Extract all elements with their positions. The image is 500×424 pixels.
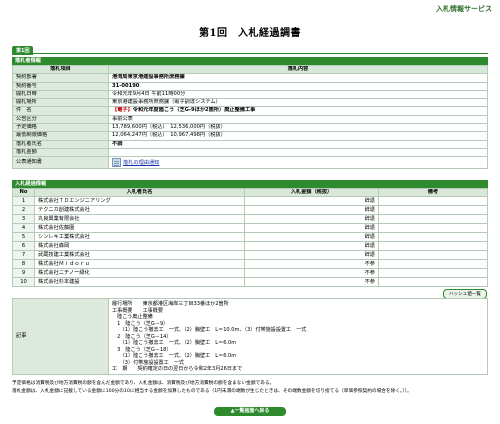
bid-amount: 不参 bbox=[244, 259, 379, 270]
bid-section-heading: 入札経過情報 bbox=[12, 180, 488, 188]
electronic-tag: 【電子】 bbox=[112, 107, 133, 114]
table-row: 4 株式会社佐藤園 辞退 bbox=[12, 223, 488, 234]
table-row: 2 テクニカ創建株式会社 辞退 bbox=[12, 205, 488, 216]
row-no: 10 bbox=[12, 277, 35, 288]
table-row: 10 株式会社杉本建設 不参 bbox=[12, 277, 488, 288]
info-value: 12,064,247円（税込） 10,967,498円（税抜） bbox=[108, 131, 488, 141]
info-label: 契約部署 bbox=[12, 73, 109, 83]
footnote: 落札金額は、入札金額に記載している金額に100分の10に相当する金額を加算したも… bbox=[12, 389, 412, 394]
bid-amount: 辞退 bbox=[244, 232, 379, 243]
bidder-name: 株式会社Ｍｉｄｏｒｕ bbox=[34, 259, 245, 270]
page-title: 第1回 入札経過調書 bbox=[199, 28, 301, 39]
info-label: 件 名 bbox=[12, 106, 109, 116]
bidder-name: 株式会社杉本建設 bbox=[34, 277, 245, 288]
row-no: 7 bbox=[12, 250, 35, 261]
document-icon bbox=[112, 158, 121, 168]
table-row: 8 株式会社Ｍｉｄｏｒｕ 不参 bbox=[12, 259, 488, 270]
info-label: 開札日時 bbox=[12, 89, 109, 100]
remarks-label: 記事 bbox=[12, 298, 109, 375]
subject-text: 令和元年度陸こう（芝G-9ほか2箇所）廃止整備工事 bbox=[132, 107, 256, 114]
table-row: 5 シンレキ工業株式会社 辞退 bbox=[12, 232, 488, 243]
divider bbox=[12, 53, 488, 54]
row-no: 9 bbox=[12, 268, 35, 279]
row-no: 5 bbox=[12, 232, 35, 243]
bid-note bbox=[378, 268, 488, 279]
remarks-table: 記事 履行場所 東京都港区海岸三丁目33番ほか2箇所 工事概要 工事概要 陸こう… bbox=[12, 298, 488, 375]
remarks-text: 履行場所 東京都港区海岸三丁目33番ほか2箇所 工事概要 工事概要 陸こう廃止整… bbox=[108, 298, 488, 375]
info-label: 公表通知書 bbox=[12, 156, 109, 170]
col-item-header: 落札項目 bbox=[12, 64, 109, 75]
bidder-name: 株式会社ＴＤエンジニアリング bbox=[34, 196, 245, 207]
col-note-header: 備考 bbox=[378, 187, 488, 198]
info-table: 落札項目 落札内容 契約部署 港湾局東京港建設事務所庶務課 契約番号 31-0019… bbox=[12, 64, 488, 170]
row-no: 8 bbox=[12, 259, 35, 270]
bidder-name: 株式会社ニチノー緑化 bbox=[34, 268, 245, 279]
info-label: 契約番号 bbox=[12, 81, 109, 91]
service-title: 入札情報サービス bbox=[436, 5, 492, 13]
bidder-name: 株式会社佐藤園 bbox=[34, 223, 245, 234]
col-content-header: 落札内容 bbox=[108, 64, 488, 75]
bid-amount: 不参 bbox=[244, 277, 379, 288]
row-no: 3 bbox=[12, 214, 35, 225]
row-no: 1 bbox=[12, 196, 35, 207]
bid-note bbox=[378, 241, 488, 252]
bid-table: No 入札者氏名 入札金額（税抜） 備考 1 株式会社ＴＤエンジニアリング 辞退 2… bbox=[12, 187, 488, 288]
info-value: 不調 bbox=[108, 139, 488, 149]
bid-amount: 不参 bbox=[244, 268, 379, 279]
table-row: 9 株式会社ニチノー緑化 不参 bbox=[12, 268, 488, 279]
bid-note bbox=[378, 196, 488, 207]
info-label: 落札者氏名 bbox=[12, 139, 109, 149]
info-label: 最低制限価格 bbox=[12, 131, 109, 141]
bidder-name: 株式会社森岡 bbox=[34, 241, 245, 252]
bidder-name: 丸良興業有限会社 bbox=[34, 214, 245, 225]
info-value: 港湾局東京港建設事務所庶務課 bbox=[108, 73, 488, 83]
info-section-heading: 落札者情報 bbox=[12, 57, 488, 65]
bid-note bbox=[378, 232, 488, 243]
bid-note bbox=[378, 205, 488, 216]
bidder-name: 武蔵技建工業株式会社 bbox=[34, 250, 245, 261]
table-row: 1 株式会社ＴＤエンジニアリング 辞退 bbox=[12, 196, 488, 207]
col-amount-header: 入札金額（税抜） bbox=[244, 187, 379, 198]
bid-note bbox=[378, 250, 488, 261]
info-value: 事前公表 bbox=[108, 114, 488, 125]
col-no-header: No bbox=[12, 187, 35, 198]
bid-amount: 辞退 bbox=[244, 196, 379, 207]
bid-amount: 辞退 bbox=[244, 205, 379, 216]
row-no: 6 bbox=[12, 241, 35, 252]
info-value: 【電子】令和元年度陸こう（芝G-9ほか2箇所）廃止整備工事 bbox=[108, 106, 488, 116]
footnote: 予定価格は消費税及び地方消費税の額を含んだ金額であり、入札金額は、消費税及び地方… bbox=[12, 381, 275, 386]
bid-amount: 辞退 bbox=[244, 250, 379, 261]
row-no: 2 bbox=[12, 205, 35, 216]
bid-note bbox=[378, 223, 488, 234]
info-value: 令和元年9月4日 午前11時00分 bbox=[108, 89, 488, 100]
table-row: 6 株式会社森岡 辞退 bbox=[12, 241, 488, 252]
bid-amount: 辞退 bbox=[244, 223, 379, 234]
bidder-name: シンレキ工業株式会社 bbox=[34, 232, 245, 243]
bid-amount: 辞退 bbox=[244, 214, 379, 225]
bid-note bbox=[378, 214, 488, 225]
notice-link[interactable]: 落札の理由通知 bbox=[123, 160, 159, 166]
row-no: 4 bbox=[12, 223, 35, 234]
bid-amount: 辞退 bbox=[244, 241, 379, 252]
bid-note bbox=[378, 259, 488, 270]
info-value: 落札の理由通知 bbox=[108, 156, 488, 170]
info-label: 落札金額 bbox=[12, 147, 109, 158]
bid-note bbox=[378, 277, 488, 288]
table-row: 3 丸良興業有限会社 辞退 bbox=[12, 214, 488, 225]
info-label: 開札場所 bbox=[12, 98, 109, 108]
info-label: 公告区分 bbox=[12, 114, 109, 125]
col-name-header: 入札者氏名 bbox=[34, 187, 245, 198]
info-value: 東京港建設事務所庶務課（電子調達システム） bbox=[108, 98, 488, 108]
info-value: 13,789,600円（税込） 12,536,000円（税抜） bbox=[108, 123, 488, 133]
info-value bbox=[108, 147, 488, 158]
table-row: 7 武蔵技建工業株式会社 辞退 bbox=[12, 250, 488, 261]
back-to-list-button[interactable]: ▲一覧画面へ戻る bbox=[214, 407, 286, 416]
info-label: 予定価格 bbox=[12, 123, 109, 133]
info-value: 31-00190 bbox=[108, 81, 488, 91]
bidder-name: テクニカ創建株式会社 bbox=[34, 205, 245, 216]
